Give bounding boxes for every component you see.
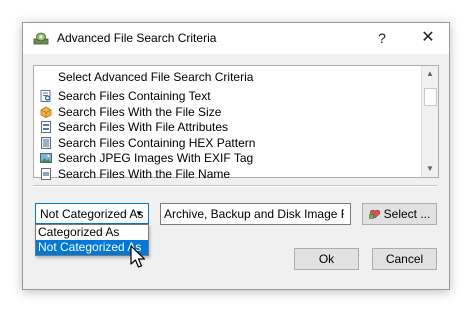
jpeg-image-icon — [40, 153, 52, 163]
list-item-label: Search JPEG Images With EXIF Tag — [58, 151, 254, 165]
ok-button[interactable]: Ok — [294, 248, 359, 270]
criteria-list-items: Search Files Containing Text Search File… — [38, 89, 418, 182]
scroll-up-icon[interactable]: ▲ — [422, 66, 438, 82]
hex-pattern-icon — [41, 136, 51, 149]
list-item[interactable]: Search Files With the File Size — [38, 105, 418, 121]
dropdown-option-categorized-as[interactable]: Categorized As — [36, 225, 148, 240]
list-item[interactable]: Search Files With the File Name — [38, 167, 418, 183]
list-item-label: Search Files With the File Name — [58, 166, 231, 181]
help-button[interactable]: ? — [368, 26, 396, 50]
mouse-cursor-icon — [130, 245, 146, 268]
close-button[interactable]: ✕ — [414, 26, 442, 50]
list-item[interactable]: Search Files Containing Text — [38, 89, 418, 105]
file-attributes-icon — [41, 121, 51, 133]
app-icon — [33, 32, 49, 45]
list-item[interactable]: Search Files Containing HEX Pattern — [38, 136, 418, 152]
select-button[interactable]: Select ... — [362, 203, 437, 225]
chevron-down-icon[interactable]: ▼ — [135, 207, 143, 221]
title-bar: Advanced File Search Criteria ? ✕ — [23, 23, 449, 54]
category-combo-value: Not Categorized As — [40, 207, 144, 221]
file-size-icon — [40, 106, 52, 118]
category-input[interactable] — [164, 205, 344, 223]
dialog-window: Advanced File Search Criteria ? ✕ Select… — [22, 22, 450, 290]
category-field[interactable] — [160, 203, 351, 225]
category-combo[interactable]: Not Categorized As ▼ — [35, 203, 149, 224]
select-button-label: Select ... — [383, 207, 431, 221]
scroll-thumb[interactable] — [424, 88, 437, 106]
criteria-list-header: Select Advanced File Search Criteria — [58, 70, 254, 84]
list-item-label: Search Files Containing Text — [58, 89, 211, 103]
list-item[interactable]: Search Files With File Attributes — [38, 120, 418, 136]
list-item-label: Search Files With the File Size — [58, 104, 222, 119]
separator — [33, 185, 437, 187]
list-scrollbar[interactable]: ▲ ▼ — [421, 66, 438, 177]
categories-icon — [368, 209, 380, 219]
dialog-title: Advanced File Search Criteria — [57, 31, 217, 45]
criteria-list[interactable]: Select Advanced File Search Criteria Sea… — [33, 65, 439, 181]
scroll-down-icon[interactable]: ▼ — [422, 161, 438, 177]
cancel-button[interactable]: Cancel — [372, 248, 437, 270]
list-item-label: Search Files Containing HEX Pattern — [58, 135, 256, 150]
list-item[interactable]: Search JPEG Images With EXIF Tag — [38, 151, 418, 167]
text-search-icon — [40, 90, 51, 102]
list-item-label: Search Files With File Attributes — [58, 120, 229, 134]
file-name-icon — [41, 167, 51, 180]
